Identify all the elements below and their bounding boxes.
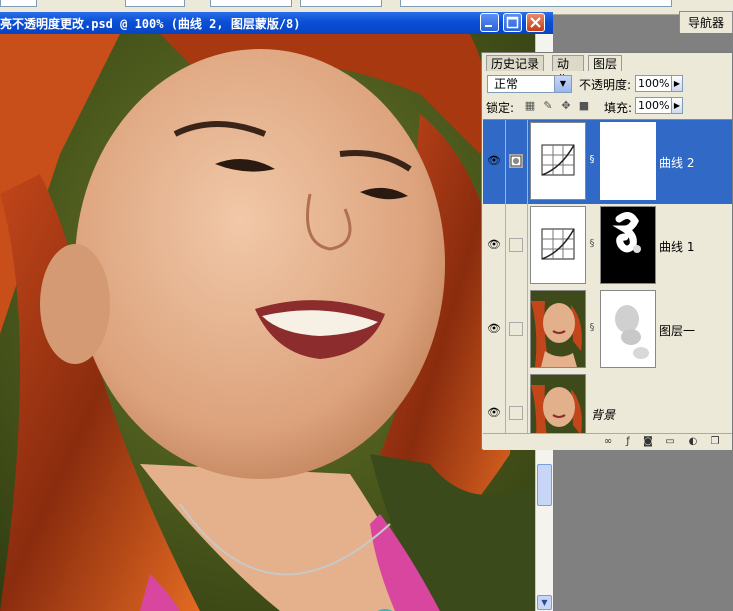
layer-thumbnail[interactable] [530,374,586,434]
divider [505,372,506,434]
opacity-label: 不透明度: [579,78,632,92]
portrait-thumbnail-image [531,291,585,367]
lock-image-icon[interactable]: ✎ [542,100,554,112]
options-field[interactable] [300,0,382,7]
blend-mode-select[interactable]: 正常 ▼ [487,75,572,93]
divider [527,288,528,372]
scrollbar-thumb[interactable] [537,464,552,506]
visibility-eye-icon[interactable]: 👁 [487,154,501,168]
chain-link-icon[interactable]: § [588,320,596,336]
link-icon[interactable]: ∞ [601,435,615,448]
layer-mask-thumbnail[interactable] [600,206,656,284]
mask-soft-shape-image [615,305,649,359]
tab-actions[interactable]: 动作 [552,55,584,87]
layer-name[interactable]: 图层一 [659,322,695,339]
layer-row[interactable]: 👁 背景 [483,372,732,434]
divider [505,204,506,288]
layer-style-icon[interactable]: ƒ [621,435,635,448]
lock-label: 锁定: [486,101,515,115]
curves-adjustment-icon [541,144,575,176]
divider [527,204,528,288]
layers-panel: 历史记录 动作 图层 正常 ▼ 不透明度: 100% ▶ 锁定: ▦ ✎ ✥ ■… [481,52,733,450]
chain-link-icon[interactable]: § [588,236,596,252]
fill-input[interactable]: 100% [635,97,672,114]
layer-link-box[interactable] [509,322,523,336]
visibility-eye-icon[interactable]: 👁 [487,238,501,252]
close-icon [530,17,541,28]
visibility-eye-icon[interactable]: 👁 [487,322,501,336]
portrait-thumbnail-image [531,375,585,434]
options-field[interactable] [125,0,185,7]
tab-layers[interactable]: 图层 [588,55,622,71]
layer-mask-link-box[interactable] [509,154,523,168]
lock-position-icon[interactable]: ✥ [560,100,572,112]
layer-row[interactable]: 👁 § 曲线 2 [483,120,732,205]
fill-label: 填充: [604,101,633,115]
visibility-eye-icon[interactable]: 👁 [487,406,501,420]
layer-thumbnail[interactable] [530,206,586,284]
layer-thumbnail[interactable] [530,290,586,368]
blend-row: 正常 ▼ 不透明度: 100% ▶ [482,72,732,94]
layer-link-box[interactable] [509,238,523,252]
layer-row[interactable]: 👁 § 曲线 1 [483,204,732,289]
minimize-button[interactable] [480,13,499,32]
mask-indicator-icon [510,155,522,167]
curves-adjustment-icon [541,228,575,260]
tab-navigator[interactable]: 导航器 [679,11,733,33]
maximize-icon [506,16,519,29]
layer-name[interactable]: 曲线 1 [659,238,694,255]
divider [505,288,506,372]
portrait-image [0,34,535,611]
add-mask-icon[interactable]: ◙ [641,435,655,448]
layer-mask-thumbnail[interactable] [600,290,656,368]
document-window: 亮不透明度更改.psd @ 100% (曲线 2, 图层蒙版/8) ▼ [0,12,553,611]
layer-mask-thumbnail[interactable] [600,122,656,200]
options-field[interactable] [400,0,672,7]
chain-link-icon[interactable]: § [588,152,596,168]
opacity-slider-arrow[interactable]: ▶ [671,75,683,92]
panel-tab-row: 历史记录 动作 图层 [482,53,732,87]
options-field[interactable] [210,0,292,7]
scroll-down-arrow[interactable]: ▼ [537,595,552,610]
divider [505,120,506,204]
close-button[interactable] [526,13,545,32]
divider [527,372,528,434]
mask-shape-image [612,212,641,253]
lock-transparency-icon[interactable]: ▦ [524,100,536,112]
layer-name[interactable]: 曲线 2 [659,154,694,171]
layers-list: 👁 § 曲线 2 👁 § 曲线 1 👁 § 图层一 👁 背景 [483,119,732,434]
layer-thumbnail[interactable] [530,122,586,200]
blend-mode-value: 正常 [494,77,519,91]
lock-all-icon[interactable]: ■ [578,100,590,112]
opacity-input[interactable]: 100% [635,75,672,92]
new-adjustment-layer-icon[interactable]: ◐ [686,435,700,448]
new-layer-icon[interactable]: ❐ [708,435,722,448]
layer-link-box[interactable] [509,406,523,420]
chevron-down-icon: ▼ [554,76,571,92]
maximize-button[interactable] [503,13,522,32]
fill-slider-arrow[interactable]: ▶ [671,97,683,114]
layer-row[interactable]: 👁 § 图层一 [483,288,732,373]
new-set-icon[interactable]: ▭ [663,435,677,448]
tab-history[interactable]: 历史记录 [486,55,544,71]
layer-name[interactable]: 背景 [591,406,615,423]
options-field[interactable] [0,0,37,7]
canvas-photo[interactable] [0,34,535,611]
document-title-bar[interactable]: 亮不透明度更改.psd @ 100% (曲线 2, 图层蒙版/8) [0,12,553,34]
layers-panel-footer: ∞ ƒ ◙ ▭ ◐ ❐ [483,433,732,450]
divider [527,120,528,204]
minimize-icon [485,25,492,27]
document-title: 亮不透明度更改.psd @ 100% (曲线 2, 图层蒙版/8) [0,17,301,31]
